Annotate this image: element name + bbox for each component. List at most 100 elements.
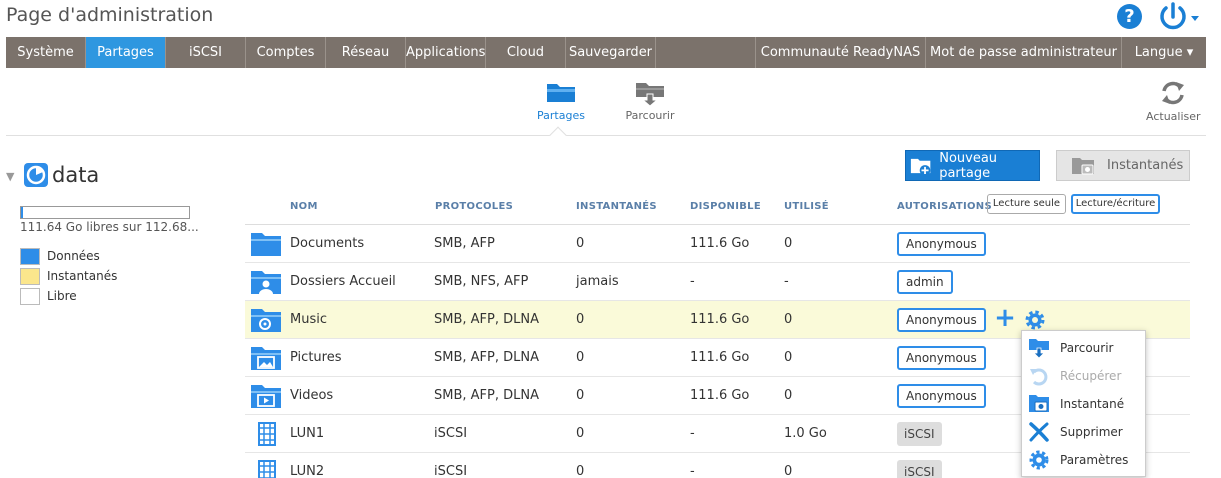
settings-icon	[1029, 450, 1049, 470]
new-share-button[interactable]: Nouveau partage	[905, 150, 1040, 181]
share-protocols: SMB, AFP, DLNA	[434, 388, 539, 403]
subnav-active-indicator	[549, 126, 567, 144]
folder-icon	[251, 233, 281, 256]
volume-usage-fill	[21, 207, 23, 218]
delete-icon	[1029, 422, 1049, 442]
nav-item-cloud[interactable]: Cloud	[486, 37, 566, 68]
lun-used: 1.0 Go	[784, 426, 827, 441]
share-protocols: SMB, AFP	[434, 236, 495, 251]
share-snapshots: jamais	[576, 274, 619, 289]
nav-item-applications[interactable]: Applications	[406, 37, 486, 68]
iscsi-badge: iSCSI	[897, 460, 942, 478]
nav-item-comptes[interactable]: Comptes	[246, 37, 326, 68]
col-header-available[interactable]: DISPONIBLE	[690, 201, 761, 212]
table-row[interactable]: Documents SMB, AFP 0 111.6 Go 0 Anonymou…	[245, 225, 1190, 263]
col-header-permissions[interactable]: AUTORISATIONS	[897, 201, 992, 212]
lun-protocols: iSCSI	[434, 464, 468, 478]
refresh-button[interactable]: Actualiser	[1146, 79, 1201, 123]
share-protocols: SMB, AFP, DLNA	[434, 350, 539, 365]
lun-name: LUN2	[290, 464, 325, 478]
collapse-toggle-icon[interactable]: ▼	[6, 170, 14, 183]
perm-readwrite-chip[interactable]: Lecture/écriture	[1071, 194, 1160, 214]
lun-name: LUN1	[290, 426, 325, 441]
lun-available: -	[690, 464, 695, 478]
new-share-label: Nouveau partage	[939, 150, 998, 181]
share-name: Music	[290, 312, 327, 327]
refresh-label: Actualiser	[1146, 110, 1201, 123]
share-used: 0	[784, 388, 793, 403]
lun-icon	[258, 422, 276, 446]
volume-legend: Données Instantanés Libre	[20, 246, 117, 306]
shares-table-header: NOM PROTOCOLES INSTANTANÉS DISPONIBLE UT…	[245, 190, 1190, 225]
legend-swatch	[20, 267, 40, 285]
menu-item-recuperer[interactable]: Récupérer	[1022, 362, 1145, 390]
legend-item-instantanes: Instantanés	[20, 266, 117, 286]
lun-used: 0	[784, 464, 793, 478]
add-permission-button[interactable]: +	[993, 305, 1017, 331]
legend-label: Instantanés	[47, 269, 118, 283]
nav-item-systeme[interactable]: Système	[6, 37, 86, 68]
legend-label: Données	[47, 249, 100, 263]
menu-item-parcourir[interactable]: Parcourir	[1022, 334, 1145, 362]
music-folder-icon	[251, 309, 281, 332]
share-available: 111.6 Go	[690, 350, 750, 365]
share-available: 111.6 Go	[690, 388, 750, 403]
subnav-tab-label: Parcourir	[625, 109, 675, 122]
share-used: 0	[784, 236, 793, 251]
nav-item-iscsi[interactable]: iSCSI	[166, 37, 246, 68]
col-header-snapshots[interactable]: INSTANTANÉS	[576, 201, 657, 212]
videos-folder-icon	[251, 385, 281, 408]
nav-spacer	[656, 37, 756, 68]
menu-item-supprimer[interactable]: Supprimer	[1022, 418, 1145, 446]
menu-item-label: Instantané	[1060, 397, 1125, 411]
share-used: 0	[784, 312, 793, 327]
nav-item-reseau[interactable]: Réseau	[326, 37, 406, 68]
nav-item-communaute[interactable]: Communauté ReadyNAS	[756, 37, 926, 68]
perm-readonly-chip[interactable]: Lecture seule	[987, 194, 1066, 214]
col-header-protocols[interactable]: PROTOCOLES	[435, 201, 513, 212]
permission-badge[interactable]: Anonymous	[897, 384, 986, 408]
restore-icon	[1030, 368, 1048, 386]
nav-item-admin-password[interactable]: Mot de passe administrateur	[926, 37, 1122, 68]
snapshot-icon	[1072, 157, 1094, 174]
share-name: Pictures	[290, 350, 342, 365]
nav-item-sauvegarder[interactable]: Sauvegarder	[566, 37, 656, 68]
snapshots-label: Instantanés	[1107, 158, 1184, 173]
table-row[interactable]: Dossiers Accueil SMB, NFS, AFP jamais - …	[245, 263, 1190, 301]
subnav-divider	[6, 135, 1206, 136]
permission-badge[interactable]: Anonymous	[897, 346, 986, 370]
subnav-tab-partages[interactable]: Partages	[532, 80, 590, 122]
lun-protocols: iSCSI	[434, 426, 468, 441]
refresh-icon	[1162, 81, 1184, 105]
legend-item-libre: Libre	[20, 286, 117, 306]
share-available: 111.6 Go	[690, 312, 750, 327]
volume-name[interactable]: data	[52, 163, 99, 187]
power-icon	[1160, 2, 1199, 30]
subnav-tab-label: Partages	[537, 109, 585, 122]
permission-badge[interactable]: Anonymous	[897, 232, 986, 256]
col-header-name[interactable]: NOM	[290, 201, 318, 212]
permission-badge[interactable]: admin	[897, 270, 953, 294]
legend-item-donnees: Données	[20, 246, 117, 266]
browse-icon	[636, 83, 664, 107]
volume-usage-bar	[20, 206, 190, 219]
iscsi-badge: iSCSI	[897, 422, 942, 446]
nav-item-partages[interactable]: Partages	[86, 37, 166, 68]
power-menu-button[interactable]	[1158, 2, 1202, 32]
snapshots-button[interactable]: Instantanés	[1056, 150, 1190, 181]
gear-icon[interactable]	[1023, 308, 1047, 332]
subnav-tab-parcourir[interactable]: Parcourir	[621, 80, 679, 122]
permission-badge[interactable]: Anonymous	[897, 308, 986, 332]
snapshot-icon	[1029, 395, 1049, 412]
menu-item-label: Supprimer	[1060, 425, 1123, 439]
legend-label: Libre	[47, 289, 77, 303]
help-button[interactable]: ?	[1117, 4, 1142, 29]
menu-item-parametres[interactable]: Paramètres	[1022, 446, 1145, 474]
lun-snapshots: 0	[576, 464, 585, 478]
main-nav: Système Partages iSCSI Comptes Réseau Ap…	[6, 37, 1206, 68]
menu-item-instantane[interactable]: Instantané	[1022, 390, 1145, 418]
page-title: Page d'administration	[6, 4, 214, 26]
nav-item-language[interactable]: Langue ▾	[1122, 37, 1206, 68]
volume-free-text: 111.64 Go libres sur 112.68...	[20, 220, 199, 234]
col-header-used[interactable]: UTILISÉ	[784, 201, 829, 212]
